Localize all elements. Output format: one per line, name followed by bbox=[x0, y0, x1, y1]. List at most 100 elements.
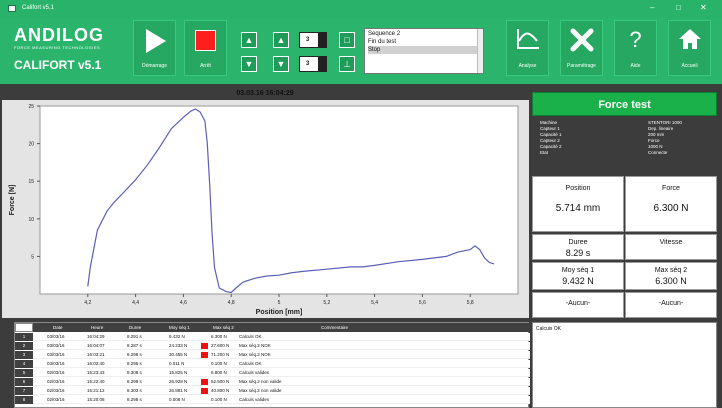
table-cell-duree: 8.287 s bbox=[127, 343, 142, 348]
table-cell-moy: 15.825 N bbox=[169, 370, 188, 375]
row-number[interactable]: 2 bbox=[15, 342, 33, 350]
max-seq2-cell: Max séq 2 6.300 N bbox=[625, 262, 717, 290]
counter-2[interactable]: 3 bbox=[299, 56, 327, 72]
y-tick-label: 15 bbox=[28, 179, 34, 185]
table-cell-date: 02/03/16 bbox=[47, 388, 65, 393]
home-button[interactable]: Accueil bbox=[668, 20, 711, 76]
table-cell-comment: Calculs OK bbox=[239, 334, 262, 339]
row-number[interactable]: 5 bbox=[15, 369, 33, 377]
column-header[interactable]: Moy séq 1 bbox=[169, 323, 190, 332]
moy-seq1-label: Moy séq 1 bbox=[561, 267, 595, 274]
column-header[interactable]: Commentaire bbox=[321, 323, 348, 332]
table-cell-date: 03/03/16 bbox=[47, 361, 65, 366]
table-row[interactable]: 03/03/16 16:03:21 8.298 s 30.455 N 71.200 N M… bbox=[33, 351, 530, 359]
table-cell-max: 6.300 N bbox=[211, 334, 227, 339]
y-tick-label: 5 bbox=[31, 254, 34, 260]
table-row[interactable]: 02/03/16 15:22:40 8.298 s 26.928 N 52.500 N M… bbox=[33, 378, 530, 386]
row-number[interactable]: 8 bbox=[15, 396, 33, 404]
duree-cell: Duree 8.29 s bbox=[532, 234, 624, 260]
down-button-2[interactable]: ▼ bbox=[273, 56, 289, 72]
table-cell-max: 6.800 N bbox=[211, 370, 227, 375]
table-cell-heure: 15:20:08 bbox=[87, 397, 105, 402]
start-button[interactable]: Démarrage bbox=[133, 20, 176, 76]
sequence-item-selected[interactable]: Stop bbox=[368, 46, 480, 54]
up-button-1[interactable]: ▲ bbox=[241, 32, 257, 48]
zero-icon: ⊥ bbox=[343, 59, 351, 69]
row-number[interactable]: 6 bbox=[15, 378, 33, 386]
warning-flag-icon bbox=[201, 352, 208, 358]
up-button-2[interactable]: ▲ bbox=[273, 32, 289, 48]
spinner-icon[interactable] bbox=[318, 33, 326, 47]
arrow-up-icon: ▲ bbox=[276, 35, 286, 45]
analyse-icon bbox=[507, 27, 548, 57]
column-header[interactable]: Heure bbox=[91, 323, 103, 332]
stop-button[interactable]: Arrêt bbox=[184, 20, 227, 76]
row-number[interactable]: 4 bbox=[15, 360, 33, 368]
y-tick-label: 20 bbox=[28, 142, 34, 148]
toolbar: ANDILOG FORCE MEASURING TECHNOLOGIES CAL… bbox=[0, 18, 722, 84]
max-seq2-label: Max séq 2 bbox=[654, 267, 688, 274]
settings-button[interactable]: Paramétrage bbox=[560, 20, 603, 76]
vitesse-cell: Vitesse bbox=[625, 234, 717, 260]
spinner-icon[interactable] bbox=[318, 57, 326, 71]
sequence-list[interactable]: Sequence 2 Fin du test Stop bbox=[364, 28, 484, 74]
x-tick-label: 5,4 bbox=[371, 300, 378, 306]
row-number[interactable]: 3 bbox=[15, 351, 33, 359]
analyse-label: Analyse bbox=[518, 63, 537, 69]
sequence-item[interactable]: Sequence 2 bbox=[368, 30, 480, 38]
info-key: Etat bbox=[540, 150, 549, 155]
aucun-label-1: -Aucun- bbox=[565, 300, 591, 307]
table-row[interactable]: 02/03/16 15:21:12 8.303 s 26.881 N 40.800 N M… bbox=[33, 387, 530, 395]
down-button-1[interactable]: ▼ bbox=[241, 56, 257, 72]
position-cell: Position 5.714 mm bbox=[532, 176, 624, 232]
max-seq2-value: 6.300 N bbox=[655, 276, 687, 286]
tools-icon bbox=[561, 27, 602, 59]
maximize-button[interactable]: □ bbox=[676, 3, 681, 12]
row-number[interactable]: 7 bbox=[15, 387, 33, 395]
warning-flag-icon bbox=[201, 379, 208, 385]
table-cell-heure: 16:04:29 bbox=[87, 334, 105, 339]
counter-2-value: 3 bbox=[306, 61, 310, 67]
table-corner[interactable] bbox=[15, 323, 33, 332]
chart-panel: 25 20 15 10 5 4,2 4,4 4,6 4,8 5 5,2 5,4 5,6 5,8 Positi… bbox=[2, 100, 529, 318]
table-cell-moy: 9.432 N bbox=[169, 334, 185, 339]
help-button[interactable]: ? Aide bbox=[614, 20, 657, 76]
table-row[interactable]: 02/03/16 15:20:08 8.298 s 0.008 N 0.100 N Cal… bbox=[33, 396, 530, 404]
window-title: Califort v5.1 bbox=[22, 5, 55, 11]
table-cell-comment: Max séq.2 non valide bbox=[239, 388, 282, 393]
aucun-cell-2: -Aucun- bbox=[625, 292, 717, 318]
reset-button[interactable]: □ bbox=[339, 32, 355, 48]
table-cell-max: 71.200 N bbox=[211, 352, 230, 357]
table-cell-duree: 8.303 s bbox=[127, 388, 142, 393]
table-cell-heure: 15:22:40 bbox=[87, 379, 105, 384]
x-tick-label: 4,8 bbox=[228, 300, 235, 306]
table-cell-comment: Calculs valides bbox=[239, 370, 270, 375]
app-icon bbox=[8, 5, 16, 12]
table-row[interactable]: 03/03/16 16:04:29 8.291 s 9.432 N 6.300 N Cal… bbox=[33, 333, 530, 341]
table-row[interactable]: 03/03/16 16:02:40 8.295 s 0.011 N 0.100 N Cal… bbox=[33, 360, 530, 368]
sequence-item[interactable]: Fin du test bbox=[368, 38, 480, 46]
vitesse-value bbox=[626, 246, 716, 248]
sequence-scrollbar[interactable] bbox=[477, 29, 483, 73]
column-header[interactable]: Duree bbox=[129, 323, 141, 332]
table-cell-heure: 15:23:43 bbox=[87, 370, 105, 375]
arrow-down-icon: ▼ bbox=[276, 59, 286, 69]
column-header[interactable]: Max séq 2 bbox=[213, 323, 234, 332]
analyse-button[interactable]: Analyse bbox=[506, 20, 549, 76]
table-row[interactable]: 03/03/16 16:04:07 8.287 s 24.233 N 27.600 N M… bbox=[33, 342, 530, 350]
test-name-header: Force test bbox=[532, 92, 717, 116]
minimize-button[interactable]: – bbox=[650, 3, 654, 12]
close-button[interactable]: ✕ bbox=[700, 3, 707, 12]
stop-icon bbox=[195, 30, 216, 51]
chart-datetime: 03.03.16 16:04:29 bbox=[236, 90, 294, 97]
zero-button[interactable]: ⊥ bbox=[339, 56, 355, 72]
logo: ANDILOG FORCE MEASURING TECHNOLOGIES CAL… bbox=[14, 26, 104, 72]
table-cell-date: 03/03/16 bbox=[47, 343, 65, 348]
row-number[interactable]: 1 bbox=[15, 333, 33, 341]
start-label: Démarrage bbox=[141, 63, 167, 69]
table-cell-comment: Max séq.2 NOK bbox=[239, 343, 271, 348]
counter-1[interactable]: 3 bbox=[299, 32, 327, 48]
column-header[interactable]: Date bbox=[53, 323, 63, 332]
table-row[interactable]: 02/03/16 15:23:43 8.308 s 15.825 N 6.800 N Ca… bbox=[33, 369, 530, 377]
stop-label: Arrêt bbox=[200, 63, 211, 69]
